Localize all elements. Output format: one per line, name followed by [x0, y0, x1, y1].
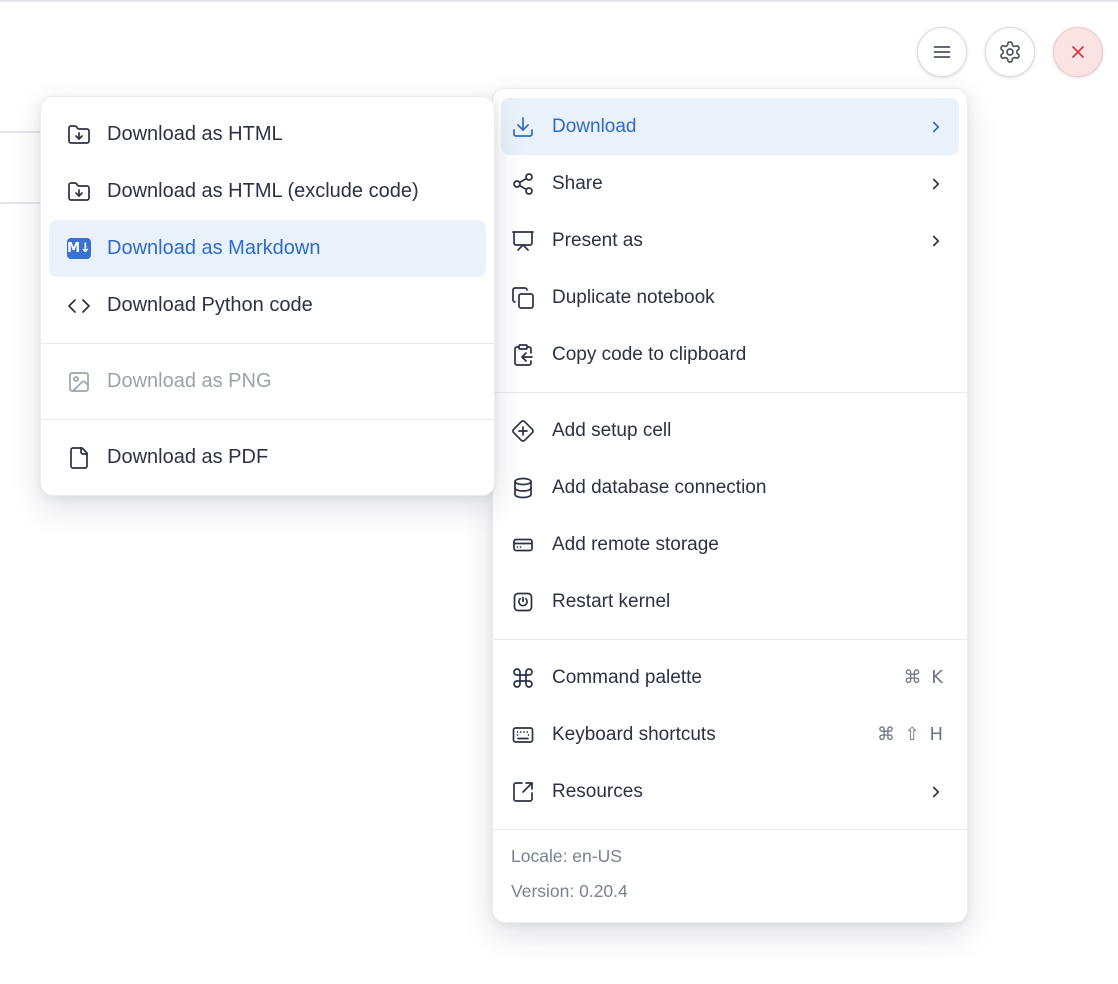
download-icon — [511, 115, 535, 139]
menu-item-label: Copy code to clipboard — [552, 344, 746, 366]
menu-item-share[interactable]: Share — [501, 155, 959, 212]
share-icon — [511, 172, 535, 196]
menu-group: Download Share Present as Duplicate note… — [493, 89, 967, 392]
background-cell-border — [0, 131, 41, 133]
menu-item-label: Download as PNG — [107, 370, 272, 393]
menu-item-download-png: Download as PNG — [49, 353, 486, 410]
menu-item-keyboard-shortcuts[interactable]: Keyboard shortcuts ⌘ ⇧ H — [501, 706, 959, 763]
menu-item-label: Add setup cell — [552, 420, 671, 442]
menu-item-label: Command palette — [552, 667, 702, 689]
menu-item-label: Add remote storage — [552, 534, 719, 556]
menu-item-label: Duplicate notebook — [552, 287, 715, 309]
menu-item-label: Add database connection — [552, 477, 766, 499]
menu-item-download-markdown[interactable]: M↓ Download as Markdown — [49, 220, 486, 277]
background-cell-border — [0, 202, 41, 204]
menu-item-download-html[interactable]: Download as HTML — [49, 106, 486, 163]
menu-item-add-setup-cell[interactable]: Add setup cell — [501, 402, 959, 459]
keyboard-icon — [511, 723, 535, 747]
notebook-menu-button[interactable] — [917, 27, 967, 77]
menu-item-label: Download as HTML (exclude code) — [107, 180, 419, 203]
menu-item-label: Download as PDF — [107, 446, 268, 469]
gear-icon — [998, 40, 1022, 64]
menu-item-label: Download Python code — [107, 294, 313, 317]
clipboard-copy-icon — [511, 343, 535, 367]
menu-item-label: Keyboard shortcuts — [552, 724, 716, 746]
version-text: Version: 0.20.4 — [511, 874, 949, 909]
menu-item-label: Download as HTML — [107, 123, 283, 146]
folder-down-icon — [67, 123, 91, 147]
code-icon — [67, 294, 91, 318]
markdown-icon: M↓ — [67, 237, 91, 261]
menu-group: Download as PDF — [41, 420, 494, 495]
menu-item-resources[interactable]: Resources — [501, 763, 959, 820]
menu-item-duplicate-notebook[interactable]: Duplicate notebook — [501, 269, 959, 326]
folder-down-icon — [67, 180, 91, 204]
menu-item-label: Download as Markdown — [107, 237, 320, 260]
chevron-right-icon — [927, 118, 945, 136]
presentation-icon — [511, 229, 535, 253]
shutdown-button[interactable] — [1053, 27, 1103, 77]
page-top-border — [0, 0, 1118, 2]
menu-group: Download as HTML Download as HTML (exclu… — [41, 97, 494, 343]
storage-drive-icon — [511, 533, 535, 557]
chevron-right-icon — [927, 232, 945, 250]
copy-icon — [511, 286, 535, 310]
menu-item-download[interactable]: Download — [501, 98, 959, 155]
menu-group: Command palette ⌘ K Keyboard shortcuts ⌘… — [493, 640, 967, 829]
menu-item-label: Present as — [552, 230, 643, 252]
image-icon — [67, 370, 91, 394]
diamond-plus-icon — [511, 419, 535, 443]
notebook-toolbar — [917, 27, 1103, 77]
close-icon — [1066, 40, 1090, 64]
locale-text: Locale: en-US — [511, 839, 949, 874]
shortcut-hint: ⌘ ⇧ H — [877, 724, 945, 745]
menu-item-add-database-connection[interactable]: Add database connection — [501, 459, 959, 516]
external-link-icon — [511, 780, 535, 804]
menu-item-label: Download — [552, 116, 637, 138]
power-icon — [511, 590, 535, 614]
menu-item-add-remote-storage[interactable]: Add remote storage — [501, 516, 959, 573]
menu-item-restart-kernel[interactable]: Restart kernel — [501, 573, 959, 630]
menu-item-label: Share — [552, 173, 603, 195]
menu-group: Download as PNG — [41, 344, 494, 419]
menu-item-download-python-code[interactable]: Download Python code — [49, 277, 486, 334]
command-icon — [511, 666, 535, 690]
menu-group: Add setup cell Add database connection A… — [493, 393, 967, 639]
menu-item-label: Restart kernel — [552, 591, 670, 613]
menu-item-copy-code[interactable]: Copy code to clipboard — [501, 326, 959, 383]
menu-item-command-palette[interactable]: Command palette ⌘ K — [501, 649, 959, 706]
menu-item-download-pdf[interactable]: Download as PDF — [49, 429, 486, 486]
settings-button[interactable] — [985, 27, 1035, 77]
menu-item-label: Resources — [552, 781, 643, 803]
chevron-right-icon — [927, 783, 945, 801]
menu-item-download-html-exclude-code[interactable]: Download as HTML (exclude code) — [49, 163, 486, 220]
hamburger-icon — [930, 40, 954, 64]
menu-item-present-as[interactable]: Present as — [501, 212, 959, 269]
download-submenu: Download as HTML Download as HTML (exclu… — [40, 96, 495, 496]
notebook-actions-menu: Download Share Present as Duplicate note… — [492, 88, 968, 923]
file-icon — [67, 446, 91, 470]
shortcut-hint: ⌘ K — [903, 667, 945, 688]
chevron-right-icon — [927, 175, 945, 193]
database-icon — [511, 476, 535, 500]
menu-footer: Locale: en-US Version: 0.20.4 — [493, 830, 967, 922]
